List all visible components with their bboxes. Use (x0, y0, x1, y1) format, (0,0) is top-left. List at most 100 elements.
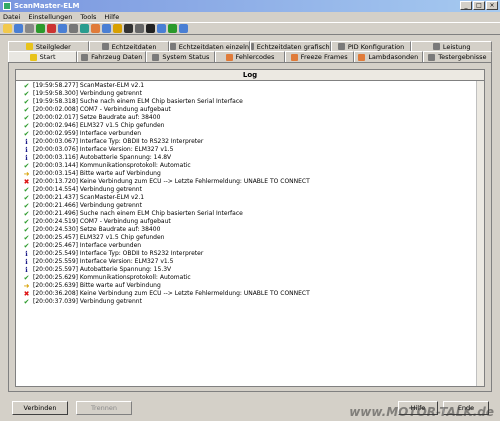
tab-echtzeitdaten[interactable]: Echtzeitdaten (88, 41, 170, 51)
log-entry-text: [20:00:02.008] COM7 - Verbindung aufgeba… (33, 106, 171, 113)
log-entry: ✔ [19:59:58.277] ScanMaster-ELM v2.1 (16, 82, 484, 90)
log-entry: ℹ [20:00:03.067] Interface Typ: OBDII to … (16, 138, 484, 146)
car-icon[interactable] (157, 24, 166, 33)
log-entry: ✔ [20:00:24.530] Setze Baudrate auf: 3840… (16, 226, 484, 234)
disconnect-icon[interactable] (47, 24, 56, 33)
title-bar: ScanMaster-ELM _ □ × (0, 0, 500, 12)
main-panel: Log ✔ [19:59:58.277] ScanMaster-ELM v2.1 ✔… (8, 62, 492, 392)
info-icon[interactable] (102, 24, 111, 33)
gauge-icon[interactable] (124, 24, 133, 33)
log-entry: ✔ [20:00:03.144] Kommunikationsprotokoll:… (16, 162, 484, 170)
tab-echtzeitdaten-grafisch[interactable]: Echtzeitdaten grafisch (250, 41, 331, 51)
tab-testergebnisse[interactable]: Testergebnisse (422, 51, 492, 62)
tab-leistung[interactable]: Leistung (411, 41, 493, 51)
tab-label: PID Konfiguration (347, 42, 405, 51)
tab-system-status[interactable]: System Status (146, 51, 216, 62)
log-entry-text: [19:59:58.318] Suche nach einem ELM Chip… (33, 98, 243, 105)
tools-icon[interactable] (135, 24, 144, 33)
log-entry: ✔ [20:00:02.946] ELM327 v1.5 Chip gefunde… (16, 122, 484, 130)
check-icon: ✔ (23, 186, 30, 194)
help-icon[interactable] (179, 24, 188, 33)
tab-steilgleder[interactable]: Steilgleder (8, 41, 89, 51)
check-icon: ✔ (23, 218, 30, 226)
tab-icon (81, 53, 89, 61)
connect-icon[interactable] (36, 24, 45, 33)
log-entry-text: [20:00:25.629] Kommunikationsprotokoll: … (33, 274, 191, 281)
log-entry-text: [20:00:03.076] Interface Version: ELM327… (33, 146, 174, 153)
log-entry-text: [19:59:58.300] Verbindung getrennt (33, 90, 142, 97)
log-entry-text: [20:00:03.144] Kommunikationsprotokoll: … (33, 162, 191, 169)
log-entry: ✖ [20:00:13.720] Keine Verbindung zum ECU… (16, 178, 484, 186)
warn-icon: ➜ (23, 282, 30, 290)
open-icon[interactable] (3, 24, 12, 33)
window-title: ScanMaster-ELM (14, 2, 80, 10)
close-button[interactable]: × (486, 1, 498, 10)
log-entry-text: [20:00:13.720] Keine Verbindung zum ECU … (33, 178, 310, 185)
log-entry: ✔ [20:00:02.008] COM7 - Verbindung aufgeb… (16, 106, 484, 114)
log-entry-text: [20:00:24.530] Setze Baudrate auf: 38400 (33, 226, 161, 233)
info-icon: ℹ (25, 258, 28, 266)
tab-label: System Status (162, 53, 210, 61)
monitor-icon[interactable] (146, 24, 155, 33)
tab-freeze-frames[interactable]: Freeze Frames (284, 51, 354, 62)
tab-icon (358, 53, 366, 61)
log-entry: ℹ [20:00:03.116] Autobatterie Spannung: 1… (16, 154, 484, 162)
tab-icon (432, 43, 440, 50)
log-entry: ✔ [20:00:02.959] Interface verbunden (16, 130, 484, 138)
log-list[interactable]: ✔ [19:59:58.277] ScanMaster-ELM v2.1 ✔ [19:… (15, 81, 485, 387)
log-entry: ✔ [20:00:37.039] Verbindung getrennt (16, 298, 484, 306)
tab-icon (101, 43, 109, 50)
warning-icon[interactable] (113, 24, 122, 33)
export-icon[interactable] (91, 24, 100, 33)
log-entry: ✔ [20:00:21.496] Suche nach einem ELM Chi… (16, 210, 484, 218)
tab-lambdasonden[interactable]: Lambdasonden (353, 51, 423, 62)
tab-label: Steilgleder (35, 42, 71, 51)
menu-datei[interactable]: Datei (3, 13, 20, 21)
minimize-button[interactable]: _ (460, 1, 472, 10)
tab-icon (225, 53, 233, 61)
maximize-button[interactable]: □ (473, 1, 485, 10)
tab-fehlercodes[interactable]: Fehlercodes (215, 51, 285, 62)
disconnect-button[interactable]: Trennen (76, 401, 132, 415)
log-entry-text: [20:00:03.067] Interface Typ: OBDII to R… (33, 138, 204, 145)
save-icon[interactable] (14, 24, 23, 33)
toolbar (0, 22, 500, 35)
check-icon: ✔ (23, 82, 30, 90)
tab-start[interactable]: Start (8, 51, 78, 62)
tab-fahrzeug-daten[interactable]: Fahrzeug Daten (77, 51, 147, 62)
tab-echtzeitdaten-einzeln[interactable]: Echtzeitdaten einzeln (169, 41, 251, 51)
settings-icon[interactable] (69, 24, 78, 33)
log-entry-text: [20:00:37.039] Verbindung getrennt (33, 298, 142, 305)
log-entry-text: [20:00:25.457] ELM327 v1.5 Chip gefunden (33, 234, 165, 241)
menu-einstellungen[interactable]: Einstellungen (28, 13, 72, 21)
window-controls: _ □ × (460, 1, 498, 10)
log-scrollbar[interactable] (476, 81, 484, 386)
tab-icon (170, 43, 176, 50)
log-entry-text: [20:00:21.496] Suche nach einem ELM Chip… (33, 210, 243, 217)
log-entry: ✔ [20:00:21.466] Verbindung getrennt (16, 202, 484, 210)
log-entry-text: [20:00:03.154] Bitte warte auf Verbindun… (33, 170, 161, 177)
check-icon: ✔ (23, 298, 30, 306)
tab-icon (152, 53, 160, 61)
menu-hilfe[interactable]: Hilfe (104, 13, 119, 21)
tab-pid-konfiguration[interactable]: PID Konfiguration (330, 41, 412, 51)
log-entry: ✔ [19:59:58.318] Suche nach einem ELM Chi… (16, 98, 484, 106)
graph-icon[interactable] (80, 24, 89, 33)
info-icon: ℹ (25, 154, 28, 162)
menu-bar: Datei Einstellungen Tools Hilfe (0, 12, 500, 22)
chart-icon[interactable] (168, 24, 177, 33)
tab-label: Freeze Frames (300, 53, 348, 61)
log-entry-text: [20:00:02.959] Interface verbunden (33, 130, 142, 137)
info-icon: ℹ (25, 138, 28, 146)
check-icon: ✔ (23, 234, 30, 242)
tab-icon (428, 53, 436, 61)
info-icon: ℹ (25, 146, 28, 154)
check-icon: ✔ (23, 98, 30, 106)
menu-tools[interactable]: Tools (80, 13, 96, 21)
refresh-icon[interactable] (58, 24, 67, 33)
error-icon: ✖ (23, 178, 30, 186)
print-icon[interactable] (25, 24, 34, 33)
connect-button[interactable]: Verbinden (12, 401, 68, 415)
check-icon: ✔ (23, 114, 30, 122)
check-icon: ✔ (23, 122, 30, 130)
